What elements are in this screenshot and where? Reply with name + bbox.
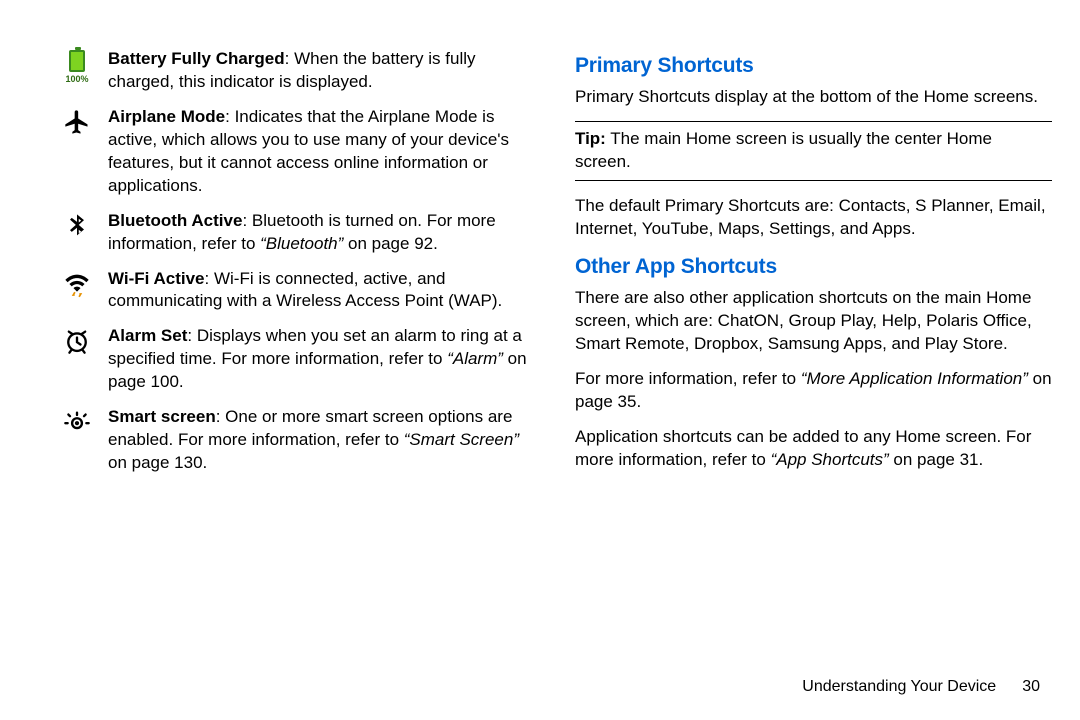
- term: Battery Fully Charged: [108, 49, 285, 68]
- airplane-icon: [60, 106, 94, 136]
- entry-text: Airplane Mode: Indicates that the Airpla…: [108, 106, 537, 198]
- battery-percent: 100%: [65, 73, 88, 85]
- primary-intro: Primary Shortcuts display at the bottom …: [575, 86, 1052, 109]
- tip-box: Tip: The main Home screen is usually the…: [575, 121, 1052, 181]
- entry-text: Battery Fully Charged: When the battery …: [108, 48, 537, 94]
- right-column: Primary Shortcuts Primary Shortcuts disp…: [575, 48, 1052, 487]
- entry-bluetooth: Bluetooth Active: Bluetooth is turned on…: [60, 210, 537, 256]
- left-column: 100% Battery Fully Charged: When the bat…: [60, 48, 537, 487]
- tip-label: Tip:: [575, 129, 606, 148]
- wifi-icon: [60, 268, 94, 298]
- ref: “Smart Screen”: [404, 430, 519, 449]
- page-footer: Understanding Your Device 30: [802, 676, 1040, 698]
- desc: on page 92.: [343, 234, 438, 253]
- entry-smart-screen: Smart screen: One or more smart screen o…: [60, 406, 537, 475]
- entry-text: Alarm Set: Displays when you set an alar…: [108, 325, 537, 394]
- other-add-info: Application shortcuts can be added to an…: [575, 426, 1052, 472]
- entry-battery: 100% Battery Fully Charged: When the bat…: [60, 48, 537, 94]
- heading-other-shortcuts: Other App Shortcuts: [575, 253, 1052, 281]
- ref: “Bluetooth”: [260, 234, 343, 253]
- entry-airplane: Airplane Mode: Indicates that the Airpla…: [60, 106, 537, 198]
- term: Alarm Set: [108, 326, 187, 345]
- battery-icon: 100%: [60, 48, 94, 85]
- text: on page 31.: [889, 450, 984, 469]
- footer-section: Understanding Your Device: [802, 676, 996, 698]
- text: For more information, refer to: [575, 369, 801, 388]
- term: Wi-Fi Active: [108, 269, 205, 288]
- entry-wifi: Wi-Fi Active: Wi-Fi is connected, active…: [60, 268, 537, 314]
- other-more-info: For more information, refer to “More App…: [575, 368, 1052, 414]
- entry-text: Smart screen: One or more smart screen o…: [108, 406, 537, 475]
- entry-text: Bluetooth Active: Bluetooth is turned on…: [108, 210, 537, 256]
- alarm-icon: [60, 325, 94, 355]
- page-body: 100% Battery Fully Charged: When the bat…: [60, 48, 1052, 487]
- tip-text: The main Home screen is usually the cent…: [575, 129, 992, 171]
- desc: on page 130.: [108, 453, 207, 472]
- primary-defaults: The default Primary Shortcuts are: Conta…: [575, 195, 1052, 241]
- ref: “Alarm”: [447, 349, 503, 368]
- bluetooth-icon: [60, 210, 94, 240]
- other-intro: There are also other application shortcu…: [575, 287, 1052, 356]
- smart-screen-icon: [60, 406, 94, 436]
- ref: “More Application Information”: [801, 369, 1028, 388]
- entry-text: Wi-Fi Active: Wi-Fi is connected, active…: [108, 268, 537, 314]
- term: Smart screen: [108, 407, 216, 426]
- term: Bluetooth Active: [108, 211, 242, 230]
- term: Airplane Mode: [108, 107, 225, 126]
- footer-page-number: 30: [1022, 676, 1040, 698]
- entry-alarm: Alarm Set: Displays when you set an alar…: [60, 325, 537, 394]
- ref: “App Shortcuts”: [771, 450, 889, 469]
- heading-primary-shortcuts: Primary Shortcuts: [575, 52, 1052, 80]
